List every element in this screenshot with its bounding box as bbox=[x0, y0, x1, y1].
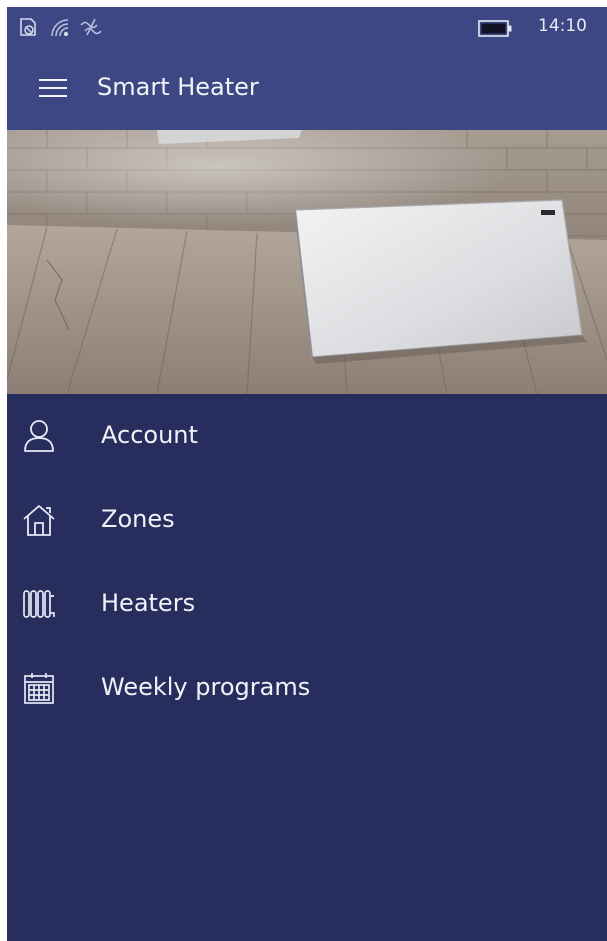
home-icon bbox=[23, 505, 55, 536]
connection-icon bbox=[80, 18, 102, 36]
radiator-icon bbox=[23, 590, 55, 618]
notification-icon bbox=[20, 18, 36, 36]
wifi-icon bbox=[51, 19, 69, 37]
app-header: Smart Heater bbox=[7, 45, 607, 130]
menu-label-weekly-programs: Weekly programs bbox=[101, 673, 311, 701]
status-bar: 14:10 bbox=[7, 7, 607, 45]
hero-image bbox=[7, 130, 607, 394]
menu-item-account[interactable]: Account bbox=[7, 394, 607, 478]
menu-label-zones: Zones bbox=[101, 505, 175, 533]
hamburger-icon[interactable] bbox=[39, 78, 67, 98]
status-time: 14:10 bbox=[538, 16, 587, 36]
menu-item-weekly-programs[interactable]: Weekly programs bbox=[7, 646, 607, 730]
menu-item-zones[interactable]: Zones bbox=[7, 478, 607, 562]
menu-item-heaters[interactable]: Heaters bbox=[7, 562, 607, 646]
menu-label-heaters: Heaters bbox=[101, 589, 196, 617]
phone-screen: 14:10 Smart Heater Account Zones Heaters… bbox=[7, 7, 607, 941]
battery-icon bbox=[478, 20, 512, 37]
menu-label-account: Account bbox=[101, 421, 198, 449]
account-icon bbox=[24, 420, 54, 452]
app-title: Smart Heater bbox=[97, 73, 259, 101]
calendar-icon bbox=[24, 673, 54, 704]
